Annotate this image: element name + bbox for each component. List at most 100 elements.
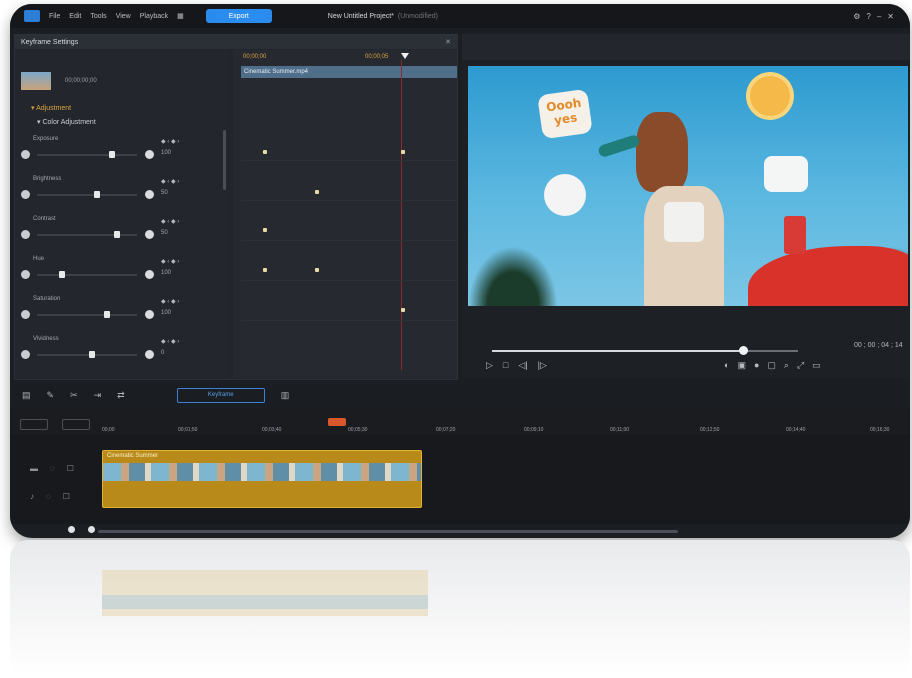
mixer-icon[interactable]: ▥ xyxy=(281,390,290,401)
keyframe-nav-icon[interactable]: ◆ ‹ ◆ › xyxy=(161,298,179,305)
keyframe-marker[interactable] xyxy=(263,268,267,272)
track-enable-icon[interactable]: ☐ xyxy=(63,492,70,501)
reset-icon[interactable] xyxy=(21,270,30,279)
attribute-slider[interactable] xyxy=(37,151,137,158)
keyframe-button[interactable]: Keyframe xyxy=(176,387,265,403)
zoom-out-button[interactable] xyxy=(20,419,48,430)
reflected-clip-strip xyxy=(102,595,428,609)
ruler-tick: 00;07;20 xyxy=(436,427,456,433)
close-icon[interactable]: ✕ xyxy=(887,12,894,21)
zoom-icon[interactable]: ⌕ xyxy=(784,360,789,371)
keyframe-nav-icon[interactable]: ◆ ‹ ◆ › xyxy=(161,338,179,345)
red-car xyxy=(748,246,908,306)
attribute-slider[interactable] xyxy=(37,351,137,358)
display-icon[interactable]: ▢ xyxy=(767,360,776,371)
attribute-value[interactable]: 0 xyxy=(161,350,164,356)
ruler-end: 00;00;05 xyxy=(365,54,389,60)
minimize-icon[interactable]: – xyxy=(877,12,881,21)
attribute-value[interactable]: 50 xyxy=(161,190,168,196)
zoom-in-button[interactable] xyxy=(62,419,90,430)
split-icon[interactable]: ✂ xyxy=(70,390,78,401)
menu-file[interactable]: File xyxy=(49,13,60,20)
keyframe-nav-icon[interactable]: ◆ ‹ ◆ › xyxy=(161,218,179,225)
section-color-adjustment[interactable]: ▾ Color Adjustment xyxy=(37,118,96,126)
track-divider xyxy=(241,200,457,201)
slider-knob[interactable] xyxy=(59,271,65,278)
playhead-handle[interactable] xyxy=(328,418,346,426)
track-lock-icon[interactable]: ◌ xyxy=(46,492,51,501)
play-icon[interactable]: ▷ xyxy=(486,360,493,371)
attribute-value[interactable]: 50 xyxy=(161,230,168,236)
slider-knob[interactable] xyxy=(94,191,100,198)
slider-knob[interactable] xyxy=(114,231,120,238)
fullscreen-icon[interactable]: ⤢ xyxy=(797,360,804,371)
settings-icon[interactable]: ⚙ xyxy=(853,12,860,21)
help-icon[interactable]: ? xyxy=(866,12,870,21)
previous-frame-icon[interactable]: ◁| xyxy=(518,360,527,371)
seek-knob[interactable] xyxy=(738,346,748,355)
keyframe-marker[interactable] xyxy=(315,268,319,272)
layout-icon[interactable]: ▦ xyxy=(177,12,184,20)
audio-icon[interactable]: ♪ xyxy=(30,492,34,501)
snapshot-icon[interactable]: ▣ xyxy=(737,360,746,371)
keyframe-marker[interactable] xyxy=(315,190,319,194)
menu-view[interactable]: View xyxy=(116,13,131,20)
keyframe-marker[interactable] xyxy=(263,228,267,232)
trim-icon[interactable]: ⇥ xyxy=(94,390,102,401)
timeline-scrollbar[interactable] xyxy=(98,530,678,533)
keyframe-marker[interactable] xyxy=(263,150,267,154)
keyframe-marker[interactable] xyxy=(401,150,405,154)
edit-icon[interactable]: ✎ xyxy=(47,390,55,401)
cloud-sticker xyxy=(544,174,586,216)
menu-edit[interactable]: Edit xyxy=(69,13,81,20)
attribute-value[interactable]: 100 xyxy=(161,150,171,156)
section-adjustment[interactable]: ▾ Adjustment xyxy=(31,104,71,112)
keyframe-nav-icon[interactable]: ◆ ‹ ◆ › xyxy=(161,178,179,185)
attribute-slider[interactable] xyxy=(37,271,137,278)
menu-tools[interactable]: Tools xyxy=(90,13,106,20)
playhead-marker-icon[interactable] xyxy=(401,53,409,59)
reset-icon[interactable] xyxy=(21,190,30,199)
next-frame-icon[interactable]: |▷ xyxy=(538,360,547,371)
volume-icon[interactable]: ◐ xyxy=(724,360,729,371)
track-visibility-icon[interactable]: ▬ xyxy=(30,464,38,473)
attribute-name: Exposure xyxy=(33,136,59,142)
attribute-slider[interactable] xyxy=(37,311,137,318)
slider-knob[interactable] xyxy=(109,151,115,158)
undock-icon[interactable]: ▭ xyxy=(812,360,821,371)
keyframe-marker[interactable] xyxy=(401,308,405,312)
attribute-value[interactable]: 100 xyxy=(161,270,171,276)
audio-track-header: ♪ ◌ ☐ xyxy=(30,492,70,501)
stop-icon[interactable]: □ xyxy=(503,360,508,371)
timeline-zoom-handle[interactable] xyxy=(88,526,95,533)
reset-icon[interactable] xyxy=(21,350,30,359)
close-icon[interactable]: ✕ xyxy=(445,38,451,46)
keyframe-nav-icon[interactable]: ◆ ‹ ◆ › xyxy=(161,258,179,265)
export-button[interactable]: Export xyxy=(205,9,272,23)
slider-knob[interactable] xyxy=(104,311,110,318)
video-clip[interactable]: Cinematic Summer xyxy=(102,450,422,508)
keyframe-nav-icon[interactable]: ◆ ‹ ◆ › xyxy=(161,138,179,145)
attribute-value[interactable]: 100 xyxy=(161,310,171,316)
track-manager-icon[interactable]: ▤ xyxy=(22,390,31,401)
track-area: ▬ ◌ ☐ ♪ ◌ ☐ Cinematic Summer xyxy=(10,434,910,524)
timecode: 00 ; 00 ; 04 ; 14 xyxy=(854,342,903,349)
slider-knob[interactable] xyxy=(89,351,95,358)
seek-bar[interactable] xyxy=(492,346,798,355)
reset-icon[interactable] xyxy=(21,230,30,239)
timeline-zoom-handle[interactable] xyxy=(68,526,75,533)
reset-icon[interactable] xyxy=(21,150,30,159)
attribute-slider[interactable] xyxy=(37,231,137,238)
seek-progress xyxy=(492,350,743,352)
video-preview[interactable]: Oooh yes xyxy=(468,66,908,306)
menu-playback[interactable]: Playback xyxy=(140,13,168,20)
attribute-slider[interactable] xyxy=(37,191,137,198)
quality-icon[interactable]: ● xyxy=(754,360,759,371)
track-lock-icon[interactable]: ◌ xyxy=(50,464,55,473)
project-status: (Unmodified) xyxy=(397,12,438,20)
track-enable-icon[interactable]: ☐ xyxy=(67,464,74,473)
clip-label: Cinematic Summer xyxy=(107,453,159,459)
attribute-scrollbar[interactable] xyxy=(223,130,226,190)
reset-icon[interactable] xyxy=(21,310,30,319)
fx-icon[interactable]: ⇄ xyxy=(117,390,125,401)
